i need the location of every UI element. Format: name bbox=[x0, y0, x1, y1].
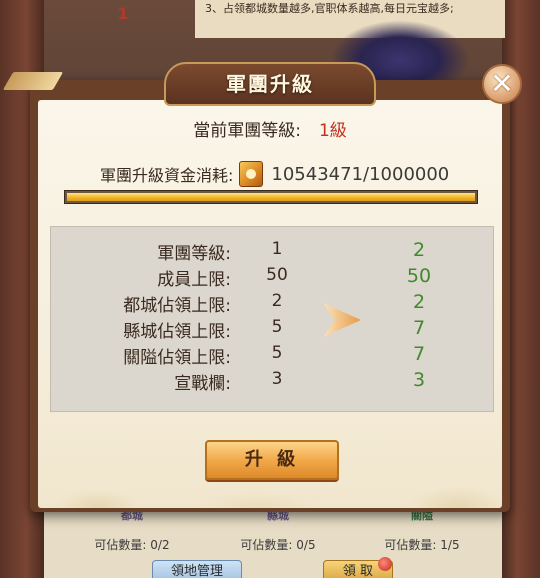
stat-next: 2 bbox=[412, 291, 426, 313]
stat-next: 7 bbox=[412, 317, 426, 339]
footer-capital: 都城 可佔數量: 0/2 bbox=[72, 508, 192, 553]
footer-pass: 關隘 可佔數量: 1/5 bbox=[362, 508, 482, 553]
stat-current: 5 bbox=[271, 317, 283, 337]
background-rank-number: 1 bbox=[117, 4, 129, 23]
upgrade-progress-bar bbox=[64, 190, 478, 204]
close-button[interactable]: ✕ bbox=[482, 64, 522, 104]
footer-capital-count: 可佔數量: 0/2 bbox=[94, 538, 170, 552]
stat-label: 關隘佔領上限: bbox=[123, 348, 231, 368]
stat-current: 5 bbox=[271, 343, 283, 363]
upgrade-cost-row: 軍團升級資金消耗: 10543471/1000000 bbox=[100, 161, 450, 187]
stat-next: 3 bbox=[412, 369, 426, 391]
close-icon: ✕ bbox=[490, 67, 514, 100]
stat-label: 宣戰欄: bbox=[174, 374, 231, 394]
stat-current: 2 bbox=[271, 291, 283, 311]
upgrade-button[interactable]: 升 級 bbox=[205, 440, 339, 480]
stat-row: 成員上限: 50 50 bbox=[51, 265, 493, 291]
notification-dot bbox=[378, 557, 392, 571]
stat-row: 縣城佔領上限: 5 7 bbox=[51, 317, 493, 343]
upgrade-cost-value: 10543471/1000000 bbox=[271, 163, 450, 185]
stat-label: 都城佔領上限: bbox=[123, 296, 231, 316]
upgrade-cost-label: 軍團升級資金消耗: bbox=[100, 166, 234, 185]
stat-next: 2 bbox=[412, 239, 426, 261]
stat-row: 關隘佔領上限: 5 7 bbox=[51, 343, 493, 369]
arrow-right-icon bbox=[323, 303, 361, 337]
stat-current: 50 bbox=[266, 265, 288, 285]
current-level-row: 當前軍團等級: 1級 bbox=[30, 116, 510, 141]
stat-next: 50 bbox=[406, 265, 432, 287]
current-level-label: 當前軍團等級: bbox=[193, 121, 301, 141]
stat-row: 都城佔領上限: 2 2 bbox=[51, 291, 493, 317]
upgrade-progress-fill bbox=[67, 193, 475, 201]
stats-comparison-panel: 軍團等級: 1 2 成員上限: 50 50 都城佔領上限: 2 2 縣城佔領上限… bbox=[50, 226, 494, 412]
stat-label: 成員上限: bbox=[157, 270, 231, 290]
stat-current: 1 bbox=[271, 239, 283, 259]
stat-next: 7 bbox=[412, 343, 426, 365]
footer-pass-count: 可佔數量: 1/5 bbox=[384, 538, 460, 552]
stat-row: 軍團等級: 1 2 bbox=[51, 239, 493, 265]
stat-row: 宣戰欄: 3 3 bbox=[51, 369, 493, 395]
footer-county-count: 可佔數量: 0/5 bbox=[240, 538, 316, 552]
stat-current: 3 bbox=[271, 369, 283, 389]
footer-county: 縣城 可佔數量: 0/5 bbox=[218, 508, 338, 553]
title-ornament-left bbox=[2, 72, 64, 90]
legion-upgrade-dialog: 軍團升級 ✕ 當前軍團等級: 1級 軍團升級資金消耗: 10543471/1000… bbox=[2, 62, 522, 512]
stat-label: 縣城佔領上限: bbox=[123, 322, 231, 342]
dialog-title: 軍團升級 bbox=[164, 62, 376, 106]
stat-label: 軍團等級: bbox=[157, 244, 231, 264]
current-level-value: 1級 bbox=[318, 121, 347, 141]
gold-token-icon bbox=[239, 161, 264, 187]
territory-manage-button[interactable]: 領地管理 bbox=[152, 560, 242, 578]
